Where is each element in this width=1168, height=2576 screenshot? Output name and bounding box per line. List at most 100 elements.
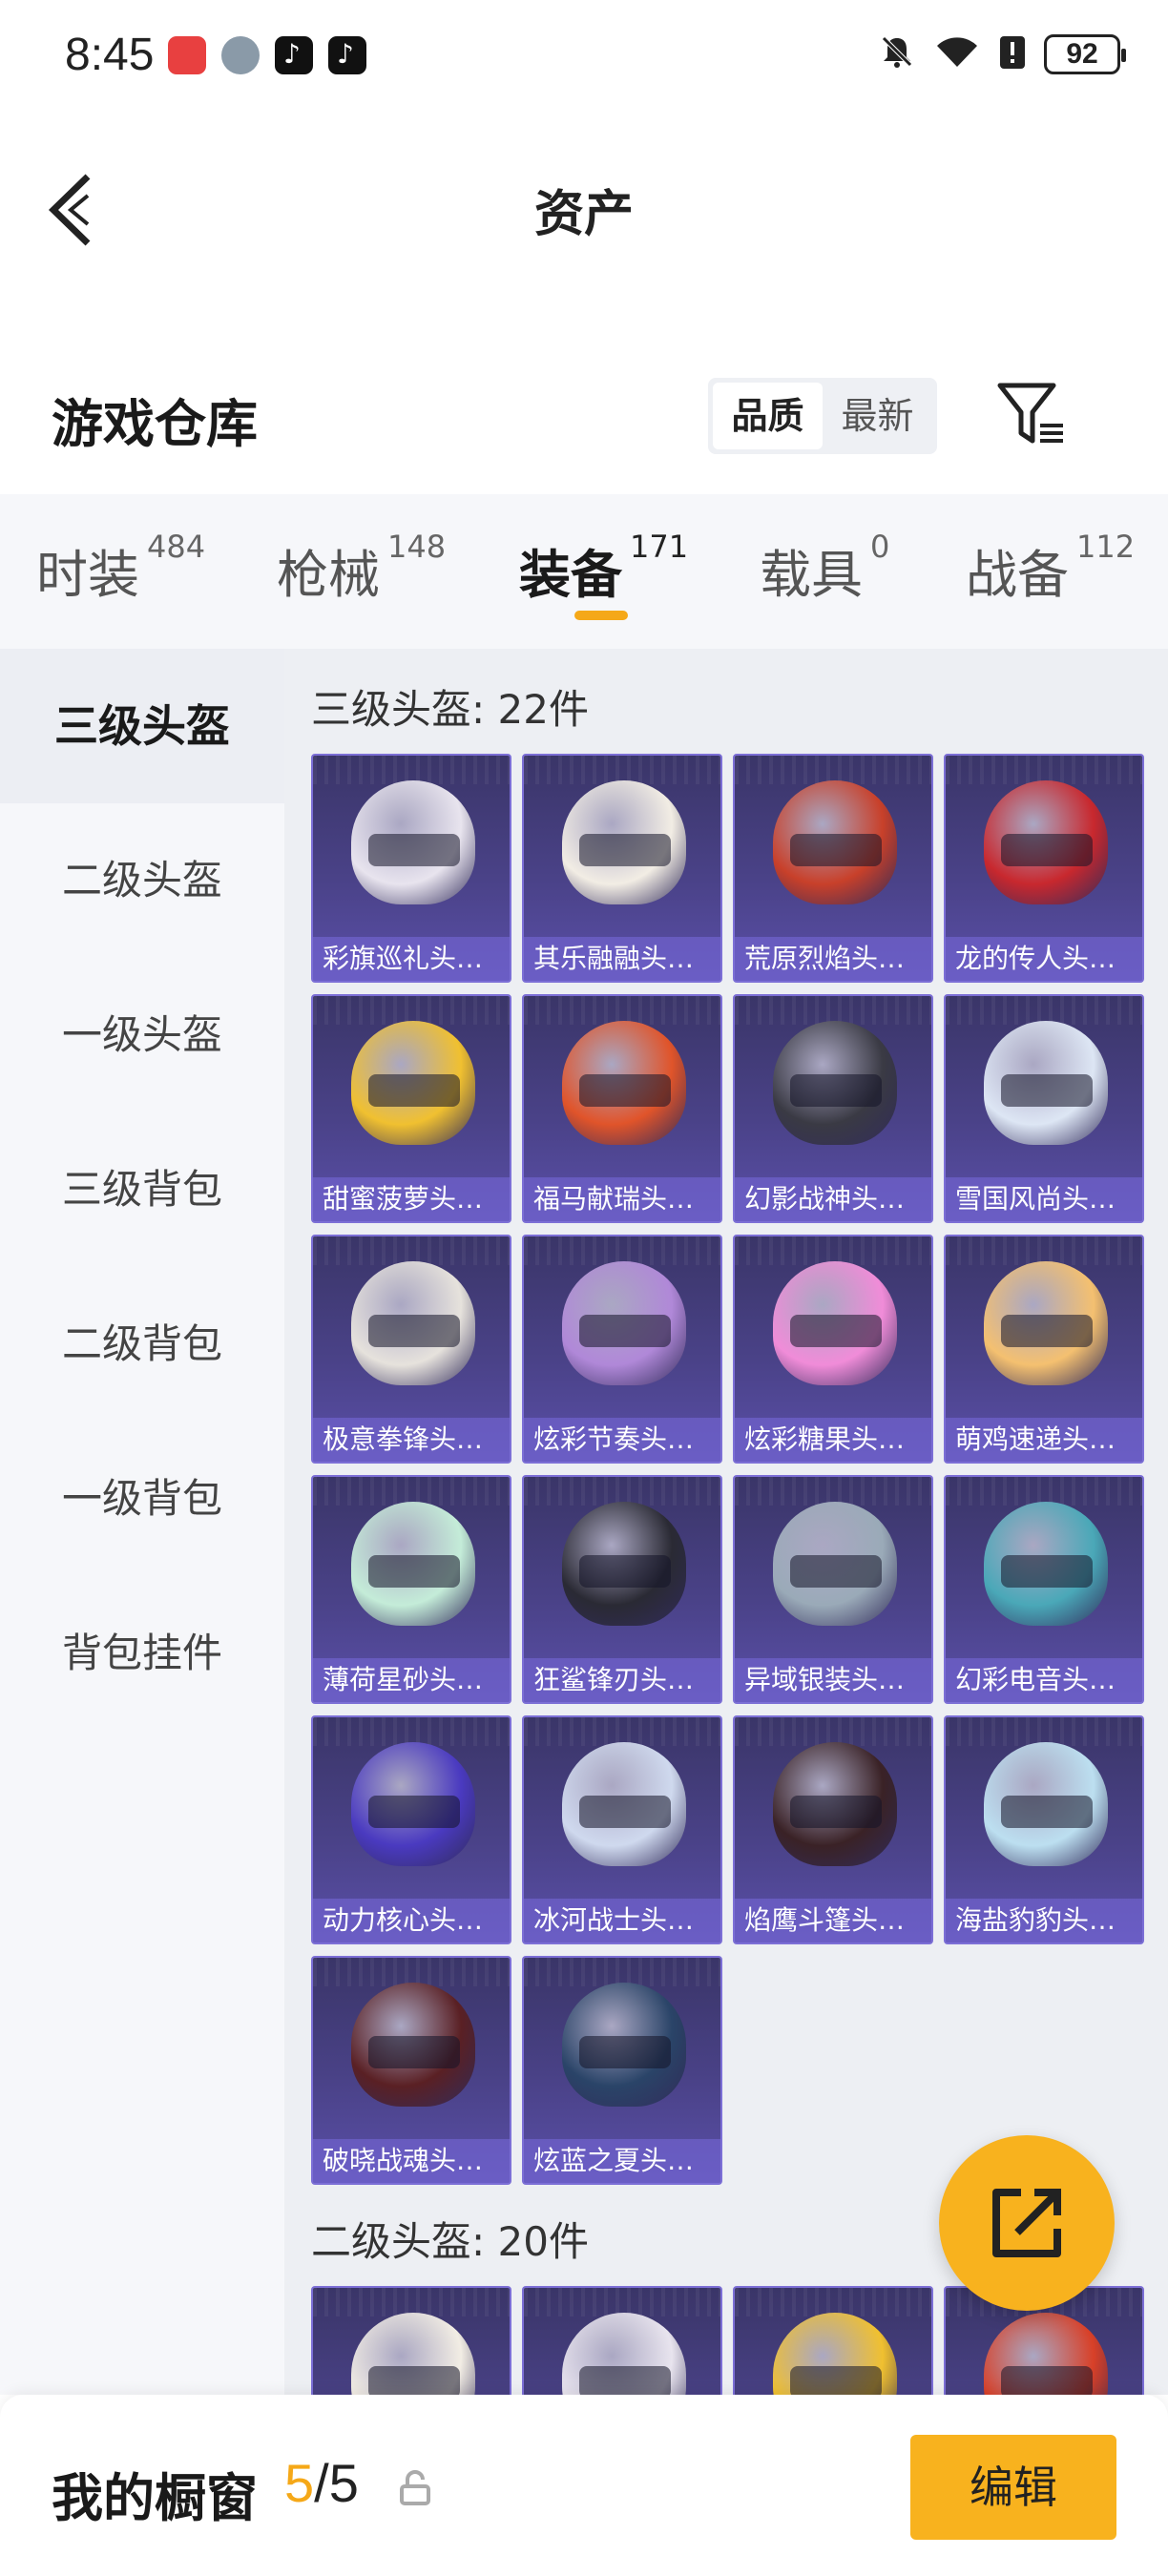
item-grid-area: 三级头盔: 22件 彩旗巡礼头… 其乐融融头… 荒原烈焰头… 龙的传人头… 甜蜜菠萝头…… [284, 649, 1168, 2395]
item-card[interactable]: 冰河战士头… [522, 1715, 722, 1944]
helmet-visor [790, 1074, 882, 1107]
filter-button[interactable] [996, 382, 1069, 448]
helmet-visor [579, 1074, 671, 1107]
item-card[interactable]: 福马献瑞头… [522, 994, 722, 1223]
showcase-title: 我的橱窗 [52, 2468, 258, 2528]
sort-option-latest[interactable]: 最新 [823, 383, 932, 449]
item-name: 其乐融融头… [524, 937, 720, 981]
item-name: 幻影战神头… [735, 1177, 931, 1221]
showcase-bar: 我的橱窗 5/5 编辑 [0, 2395, 1168, 2576]
helmet-visor [1001, 834, 1093, 866]
tab-equipment[interactable]: 装备 171 [519, 529, 688, 608]
helmet-visor [368, 2366, 460, 2395]
helmet-visor [790, 2366, 882, 2395]
tiktok-icon [275, 36, 313, 74]
section-title: 三级头盔: 22件 [311, 686, 589, 733]
item-name: 炫彩节奏头… [524, 1418, 720, 1462]
helmet-visor [579, 1555, 671, 1588]
helmet-visor [579, 1315, 671, 1347]
battery-icon: 92 [1044, 34, 1126, 74]
tab-vehicles[interactable]: 载具 0 [760, 529, 890, 608]
tab-guns[interactable]: 枪械 148 [277, 529, 446, 608]
item-card[interactable]: 破晓战魂头… [311, 1956, 511, 2185]
sort-toggle: 品质 最新 [708, 378, 937, 454]
avatar-app-icon [221, 36, 260, 74]
helmet-visor [368, 1555, 460, 1588]
tab-supplies[interactable]: 战备 112 [966, 529, 1136, 608]
status-bar: 8:45 92 [0, 0, 1168, 114]
item-card[interactable]: 异域银装头… [733, 1475, 933, 1704]
tab-count: 484 [147, 529, 206, 565]
item-card[interactable]: 幻影战神头… [733, 994, 933, 1223]
item-card[interactable]: 薄荷星砂头… [311, 1475, 511, 1704]
helmet-visor [1001, 1796, 1093, 1828]
item-card[interactable]: 荒原烈焰头… [733, 754, 933, 983]
item-name: 薄荷星砂头… [313, 1658, 510, 1702]
alert-icon [998, 32, 1027, 76]
item-name: 海盐豹豹头… [946, 1899, 1142, 1942]
item-name: 福马献瑞头… [524, 1177, 720, 1221]
edit-button[interactable]: 编辑 [910, 2435, 1116, 2540]
helmet-visor [579, 2366, 671, 2395]
tab-fashion[interactable]: 时装 484 [36, 529, 206, 608]
item-name: 狂鲨锋刃头… [524, 1658, 720, 1702]
sidebar-item-level1-helmet[interactable]: 一级头盔 [0, 958, 284, 1112]
active-tab-indicator [574, 611, 628, 620]
showcase-count: 5/5 [284, 2453, 359, 2513]
item-card[interactable]: 其乐融融头… [522, 754, 722, 983]
item-card[interactable]: 极意拳锋头… [311, 1235, 511, 1464]
section-title: 二级头盔: 20件 [311, 2218, 589, 2265]
item-card[interactable]: 焰鹰斗篷头… [733, 1715, 933, 1944]
helmet-visor [579, 2036, 671, 2068]
status-right: 92 [878, 32, 1126, 76]
item-name: 动力核心头… [313, 1899, 510, 1942]
sidebar-item-level2-backpack[interactable]: 二级背包 [0, 1267, 284, 1422]
item-card[interactable]: 彩旗巡礼头… [311, 754, 511, 983]
item-card[interactable]: 雪国风尚头… [944, 994, 1144, 1223]
item-card[interactable]: 炫彩节奏头… [522, 1235, 722, 1464]
item-card[interactable] [733, 2286, 933, 2395]
category-tabs: 时装 484 枪械 148 装备 171 载具 0 战备 112 [0, 494, 1168, 649]
item-card[interactable]: 龙的传人头… [944, 754, 1144, 983]
helmet-visor [790, 1796, 882, 1828]
helmet-visor [579, 834, 671, 866]
item-card[interactable]: 动力核心头… [311, 1715, 511, 1944]
sidebar-item-backpack-charm[interactable]: 背包挂件 [0, 1576, 284, 1731]
item-card[interactable] [311, 2286, 511, 2395]
item-card[interactable] [522, 2286, 722, 2395]
item-name: 龙的传人头… [946, 937, 1142, 981]
tab-count: 112 [1076, 529, 1136, 565]
tab-count: 0 [870, 529, 890, 565]
item-card[interactable]: 幻彩电音头… [944, 1475, 1144, 1704]
item-name: 破晓战魂头… [313, 2139, 510, 2183]
sort-option-quality[interactable]: 品质 [713, 383, 823, 449]
sidebar-item-level3-backpack[interactable]: 三级背包 [0, 1112, 284, 1267]
helmet-visor [1001, 1315, 1093, 1347]
sidebar-item-level1-backpack[interactable]: 一级背包 [0, 1422, 284, 1576]
lock-icon [399, 2469, 431, 2507]
item-name: 极意拳锋头… [313, 1418, 510, 1462]
helmet-visor [579, 1796, 671, 1828]
item-card[interactable]: 海盐豹豹头… [944, 1715, 1144, 1944]
helmet-visor [1001, 1074, 1093, 1107]
sidebar-item-level2-helmet[interactable]: 二级头盔 [0, 803, 284, 958]
tiktok-icon [328, 36, 366, 74]
nav-header: 资产 [0, 114, 1168, 296]
item-card[interactable]: 狂鲨锋刃头… [522, 1475, 722, 1704]
item-name: 冰河战士头… [524, 1899, 720, 1942]
helmet-visor [368, 1796, 460, 1828]
helmet-visor [368, 1074, 460, 1107]
sidebar-item-level3-helmet[interactable]: 三级头盔 [0, 649, 284, 803]
helmet-visor [368, 834, 460, 866]
item-card[interactable]: 萌鸡速递头… [944, 1235, 1144, 1464]
item-card[interactable]: 炫彩糖果头… [733, 1235, 933, 1464]
helmet-visor [1001, 2366, 1093, 2395]
warehouse-title: 游戏仓库 [52, 394, 258, 454]
helmet-visor [790, 1555, 882, 1588]
item-card[interactable]: 炫蓝之夏头… [522, 1956, 722, 2185]
item-card[interactable]: 甜蜜菠萝头… [311, 994, 511, 1223]
item-name: 异域银装头… [735, 1658, 931, 1702]
item-name: 幻彩电音头… [946, 1658, 1142, 1702]
share-fab-button[interactable] [939, 2135, 1115, 2311]
helmet-visor [1001, 1555, 1093, 1588]
